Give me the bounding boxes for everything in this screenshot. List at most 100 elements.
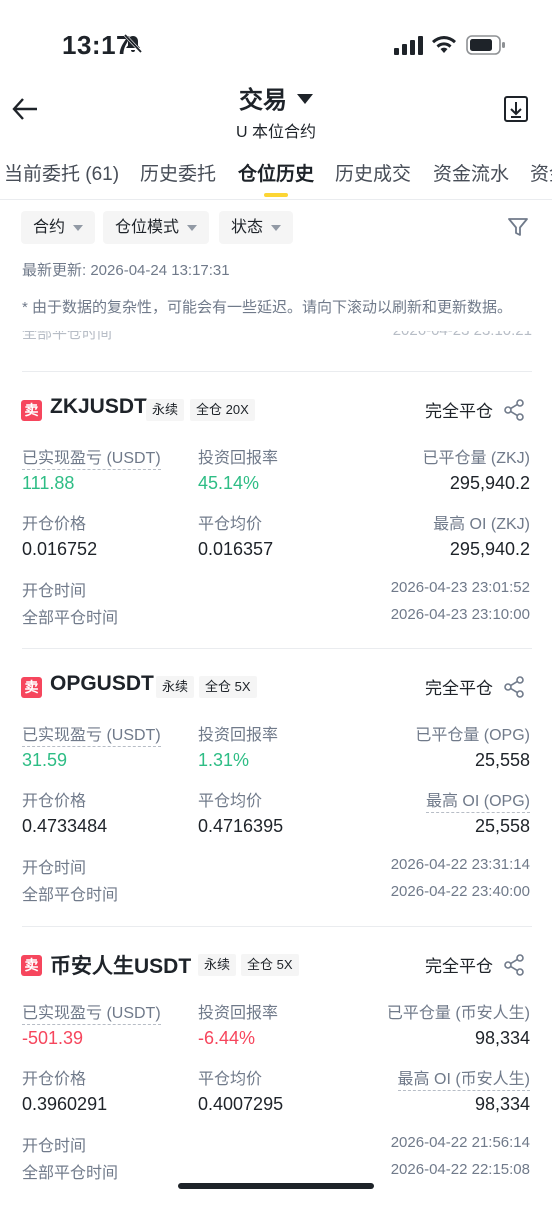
position-card[interactable]: 卖 币安人生USDT 永续 全仓 5X 完全平仓 已实现盈亏 (USDT) 投资…	[0, 953, 552, 1205]
realized-pnl-label[interactable]: 已实现盈亏 (USDT)	[22, 444, 161, 470]
open-price-value: 0.3960291	[22, 1094, 108, 1114]
margin-mode-tag: 全仓 5X	[199, 676, 257, 698]
realized-pnl-label[interactable]: 已实现盈亏 (USDT)	[22, 721, 161, 747]
closed-qty-label: 已平仓量 (币安人生)	[386, 1005, 530, 1022]
realized-pnl-label[interactable]: 已实现盈亏 (USDT)	[22, 999, 161, 1025]
open-price-value: 0.016752	[22, 539, 98, 559]
position-card[interactable]: 卖 OPGUSDT 永续 全仓 5X 完全平仓 已实现盈亏 (USDT) 投资回…	[0, 672, 552, 927]
close-time-label: 全部平仓时间	[22, 1165, 119, 1182]
contract-type-tag: 永续	[146, 399, 185, 421]
tab-trade-history[interactable]: 历史成交	[335, 159, 411, 186]
battery-icon	[466, 35, 505, 55]
side-badge: 卖	[21, 400, 42, 421]
roi-label: 投资回报率	[198, 450, 279, 467]
cellular-signal-icon	[394, 36, 423, 55]
close-avg-price-value: 0.016357	[198, 539, 274, 559]
close-avg-price-label: 平仓均价	[198, 1071, 263, 1088]
realized-pnl-value: 111.88	[22, 473, 75, 493]
position-card[interactable]: 卖 ZKJUSDT 永续 全仓 20X 完全平仓 已实现盈亏 (USDT) 投资…	[0, 395, 552, 650]
filter-position-mode[interactable]: 仓位模式	[103, 211, 210, 244]
max-oi-label: 最高 OI (ZKJ)	[433, 516, 530, 533]
position-symbol: OPGUSDT	[50, 672, 154, 695]
max-oi-value: 25,558	[474, 816, 530, 836]
position-symbol: ZKJUSDT	[50, 395, 147, 418]
caret-down-icon	[73, 224, 84, 231]
closed-qty-label: 已平仓量 (OPG)	[415, 727, 530, 744]
caret-down-icon	[297, 93, 313, 104]
bell-muted-icon	[123, 33, 143, 54]
card-divider	[22, 371, 532, 372]
home-indicator[interactable]	[178, 1183, 374, 1189]
page-title-selector[interactable]: 交易	[0, 80, 552, 115]
filter-funnel-icon[interactable]	[506, 215, 530, 239]
tab-funds[interactable]: 资金	[530, 159, 552, 186]
tab-order-history[interactable]: 历史委托	[140, 159, 216, 186]
filter-contract[interactable]: 合约	[21, 211, 96, 244]
contract-type-tag: 永续	[156, 676, 195, 698]
card-divider	[22, 648, 532, 649]
tab-position-history[interactable]: 仓位历史	[238, 159, 314, 186]
roi-value: -6.44%	[198, 1028, 256, 1048]
max-oi-value: 295,940.2	[449, 539, 530, 559]
side-badge: 卖	[21, 677, 42, 698]
max-oi-label[interactable]: 最高 OI (OPG)	[425, 787, 530, 813]
closed-qty-label: 已平仓量 (ZKJ)	[422, 450, 530, 467]
card-divider	[22, 926, 532, 927]
side-badge: 卖	[21, 955, 42, 976]
caret-down-icon	[271, 224, 282, 231]
open-time-label: 开仓时间	[22, 1138, 87, 1155]
active-tab-indicator	[264, 193, 288, 197]
close-time-value: 2026-04-22 23:40:00	[390, 883, 530, 900]
contract-type-tag: 永续	[198, 954, 237, 976]
open-time-value: 2026-04-22 23:31:14	[390, 856, 530, 873]
realized-pnl-value: -501.39	[22, 1028, 84, 1048]
delay-notice: * 由于数据的复杂性，可能会有一些延迟。请向下滚动以刷新和更新数据。	[22, 299, 513, 316]
open-price-value: 0.4733484	[22, 816, 108, 836]
status-bar: 13:17	[0, 0, 552, 78]
share-icon[interactable]	[502, 398, 526, 422]
roi-value: 45.14%	[198, 473, 260, 493]
share-icon[interactable]	[502, 953, 526, 977]
open-time-value: 2026-04-23 23:01:52	[390, 579, 530, 596]
share-icon[interactable]	[502, 675, 526, 699]
close-avg-price-value: 0.4716395	[198, 816, 284, 836]
open-price-label: 开仓价格	[22, 1071, 87, 1088]
close-status: 完全平仓	[425, 679, 493, 698]
tab-transaction-history[interactable]: 资金流水	[433, 159, 509, 186]
status-time: 13:17	[62, 30, 131, 60]
wifi-icon	[432, 36, 456, 53]
close-time-value: 2026-04-23 23:10:00	[390, 606, 530, 623]
close-time-value: 2026-04-22 22:15:08	[390, 1161, 530, 1178]
caret-down-icon	[187, 224, 198, 231]
roi-label: 投资回报率	[198, 727, 279, 744]
open-time-label: 开仓时间	[22, 860, 87, 877]
open-price-label: 开仓价格	[22, 793, 87, 810]
close-avg-price-label: 平仓均价	[198, 516, 263, 533]
tab-open-orders[interactable]: 当前委托 (61)	[4, 159, 119, 186]
realized-pnl-value: 31.59	[22, 750, 68, 770]
closed-qty-value: 295,940.2	[449, 473, 530, 493]
close-status: 完全平仓	[425, 402, 493, 421]
page-title: 交易	[239, 87, 287, 114]
close-time-label: 全部平仓时间	[22, 610, 119, 627]
open-time-label: 开仓时间	[22, 583, 87, 600]
close-avg-price-label: 平仓均价	[198, 793, 263, 810]
download-icon[interactable]	[502, 94, 530, 124]
close-avg-price-value: 0.4007295	[198, 1094, 284, 1114]
position-symbol: 币安人生USDT	[50, 955, 192, 978]
open-time-value: 2026-04-22 21:56:14	[390, 1134, 530, 1151]
last-updated-text: 最新更新: 2026-04-24 13:17:31	[22, 262, 230, 279]
roi-value: 1.31%	[198, 750, 250, 770]
margin-mode-tag: 全仓 5X	[241, 954, 299, 976]
tab-divider	[0, 199, 552, 200]
max-oi-label[interactable]: 最高 OI (币安人生)	[397, 1065, 530, 1091]
closed-qty-value: 98,334	[474, 1028, 530, 1048]
margin-mode-tag: 全仓 20X	[190, 399, 255, 421]
open-price-label: 开仓价格	[22, 516, 87, 533]
filter-status[interactable]: 状态	[219, 211, 294, 244]
scrolled-partial-row: 全部平仓时间 2026-04-23 23:10:21	[22, 331, 532, 342]
page-subtitle: U 本位合约	[235, 124, 316, 141]
max-oi-value: 98,334	[474, 1094, 530, 1114]
close-status: 完全平仓	[425, 957, 493, 976]
roi-label: 投资回报率	[198, 1005, 279, 1022]
